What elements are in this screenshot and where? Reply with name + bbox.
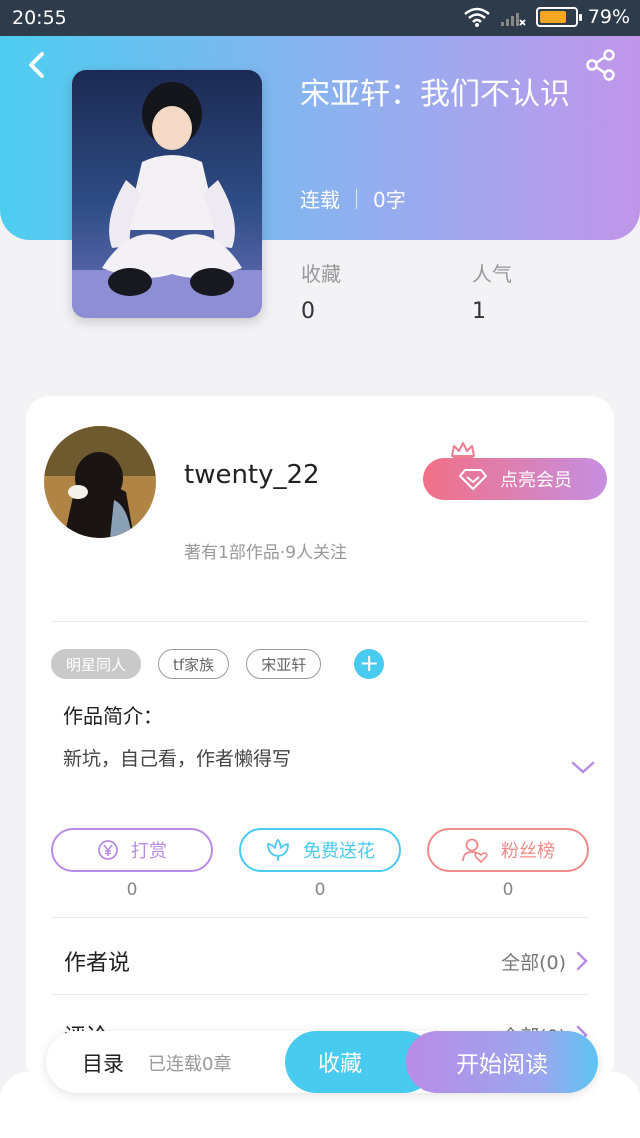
intro-text: 新坑，自己看，作者懒得写 <box>63 748 292 770</box>
status-bar: 20:55 79% <box>0 0 640 36</box>
wifi-icon <box>463 7 490 27</box>
book-word-count: 0字 <box>373 188 406 212</box>
chevron-down-icon[interactable] <box>570 760 596 776</box>
book-detail-card: twenty_22 著有1部作品·9人关注 点亮会员 明星同人 tf家族 宋亚轩… <box>26 396 614 1086</box>
author-says-count: 全部(0) <box>501 951 566 974</box>
fan-ranking-label: 粉丝榜 <box>501 841 555 862</box>
flower-button[interactable]: 免费送花 <box>239 828 401 872</box>
back-icon[interactable] <box>22 48 52 82</box>
author-name[interactable]: twenty_22 <box>184 460 320 490</box>
flower-count: 0 <box>314 880 326 900</box>
toc-button[interactable]: 目录 <box>82 1048 124 1078</box>
bottom-action-bar: 目录 已连载0章 收藏 开始阅读 <box>46 1031 598 1093</box>
book-meta: 连载 0字 <box>300 184 406 213</box>
vip-button-label: 点亮会员 <box>500 470 572 491</box>
author-says-row[interactable]: 作者说 全部(0) <box>64 945 588 977</box>
stat-label: 收藏 <box>301 262 341 286</box>
battery-percent: 79% <box>587 6 630 28</box>
chevron-right-icon <box>576 951 588 971</box>
diamond-icon <box>459 469 487 490</box>
stat-label: 人气 <box>472 262 512 286</box>
start-reading-label: 开始阅读 <box>456 1052 548 1078</box>
divider <box>52 621 588 622</box>
book-status: 连载 <box>300 188 340 212</box>
intro-title: 作品简介： <box>63 704 163 728</box>
user-heart-icon <box>462 838 488 863</box>
author-description: 著有1部作品·9人关注 <box>184 543 348 563</box>
book-title: 宋亚轩：我们不认识 <box>300 77 570 112</box>
collect-button-label: 收藏 <box>317 1052 362 1077</box>
stat-value: 0 <box>301 299 315 324</box>
divider <box>52 917 588 918</box>
fan-ranking-count: 0 <box>502 880 514 900</box>
yen-icon <box>98 840 118 860</box>
divider <box>52 994 588 995</box>
fan-ranking-button[interactable]: 粉丝榜 <box>427 828 589 872</box>
flower-label: 免费送花 <box>303 841 375 862</box>
battery-fill <box>539 11 566 23</box>
signal-icon <box>500 13 526 26</box>
meta-divider <box>356 188 357 209</box>
author-says-title: 作者说 <box>64 951 131 976</box>
author-says-more[interactable]: 全部(0) <box>501 948 588 975</box>
reward-count: 0 <box>126 880 138 900</box>
tag-item[interactable]: 宋亚轩 <box>246 649 322 679</box>
status-icons: 79% <box>463 6 630 28</box>
add-tag-button[interactable]: + <box>354 649 385 679</box>
crown-icon <box>451 442 475 459</box>
status-time: 20:55 <box>12 7 67 29</box>
reward-button[interactable]: 打赏 <box>51 828 213 872</box>
stat-value: 1 <box>472 299 486 324</box>
author-avatar[interactable] <box>44 426 156 538</box>
stat-popularity: 人气 1 <box>472 258 512 324</box>
chapter-count: 已连载0章 <box>148 1054 232 1075</box>
book-cover[interactable] <box>72 70 262 318</box>
reward-label: 打赏 <box>131 841 167 862</box>
battery-icon <box>535 7 582 27</box>
flower-icon <box>267 839 289 861</box>
tag-list: 明星同人 tf家族 宋亚轩 + <box>51 649 385 679</box>
tag-item[interactable]: tf家族 <box>158 649 230 679</box>
vip-button[interactable]: 点亮会员 <box>423 458 607 500</box>
stat-favorites: 收藏 0 <box>301 258 341 324</box>
start-reading-button[interactable]: 开始阅读 <box>406 1031 598 1093</box>
tag-item[interactable]: 明星同人 <box>51 649 142 679</box>
